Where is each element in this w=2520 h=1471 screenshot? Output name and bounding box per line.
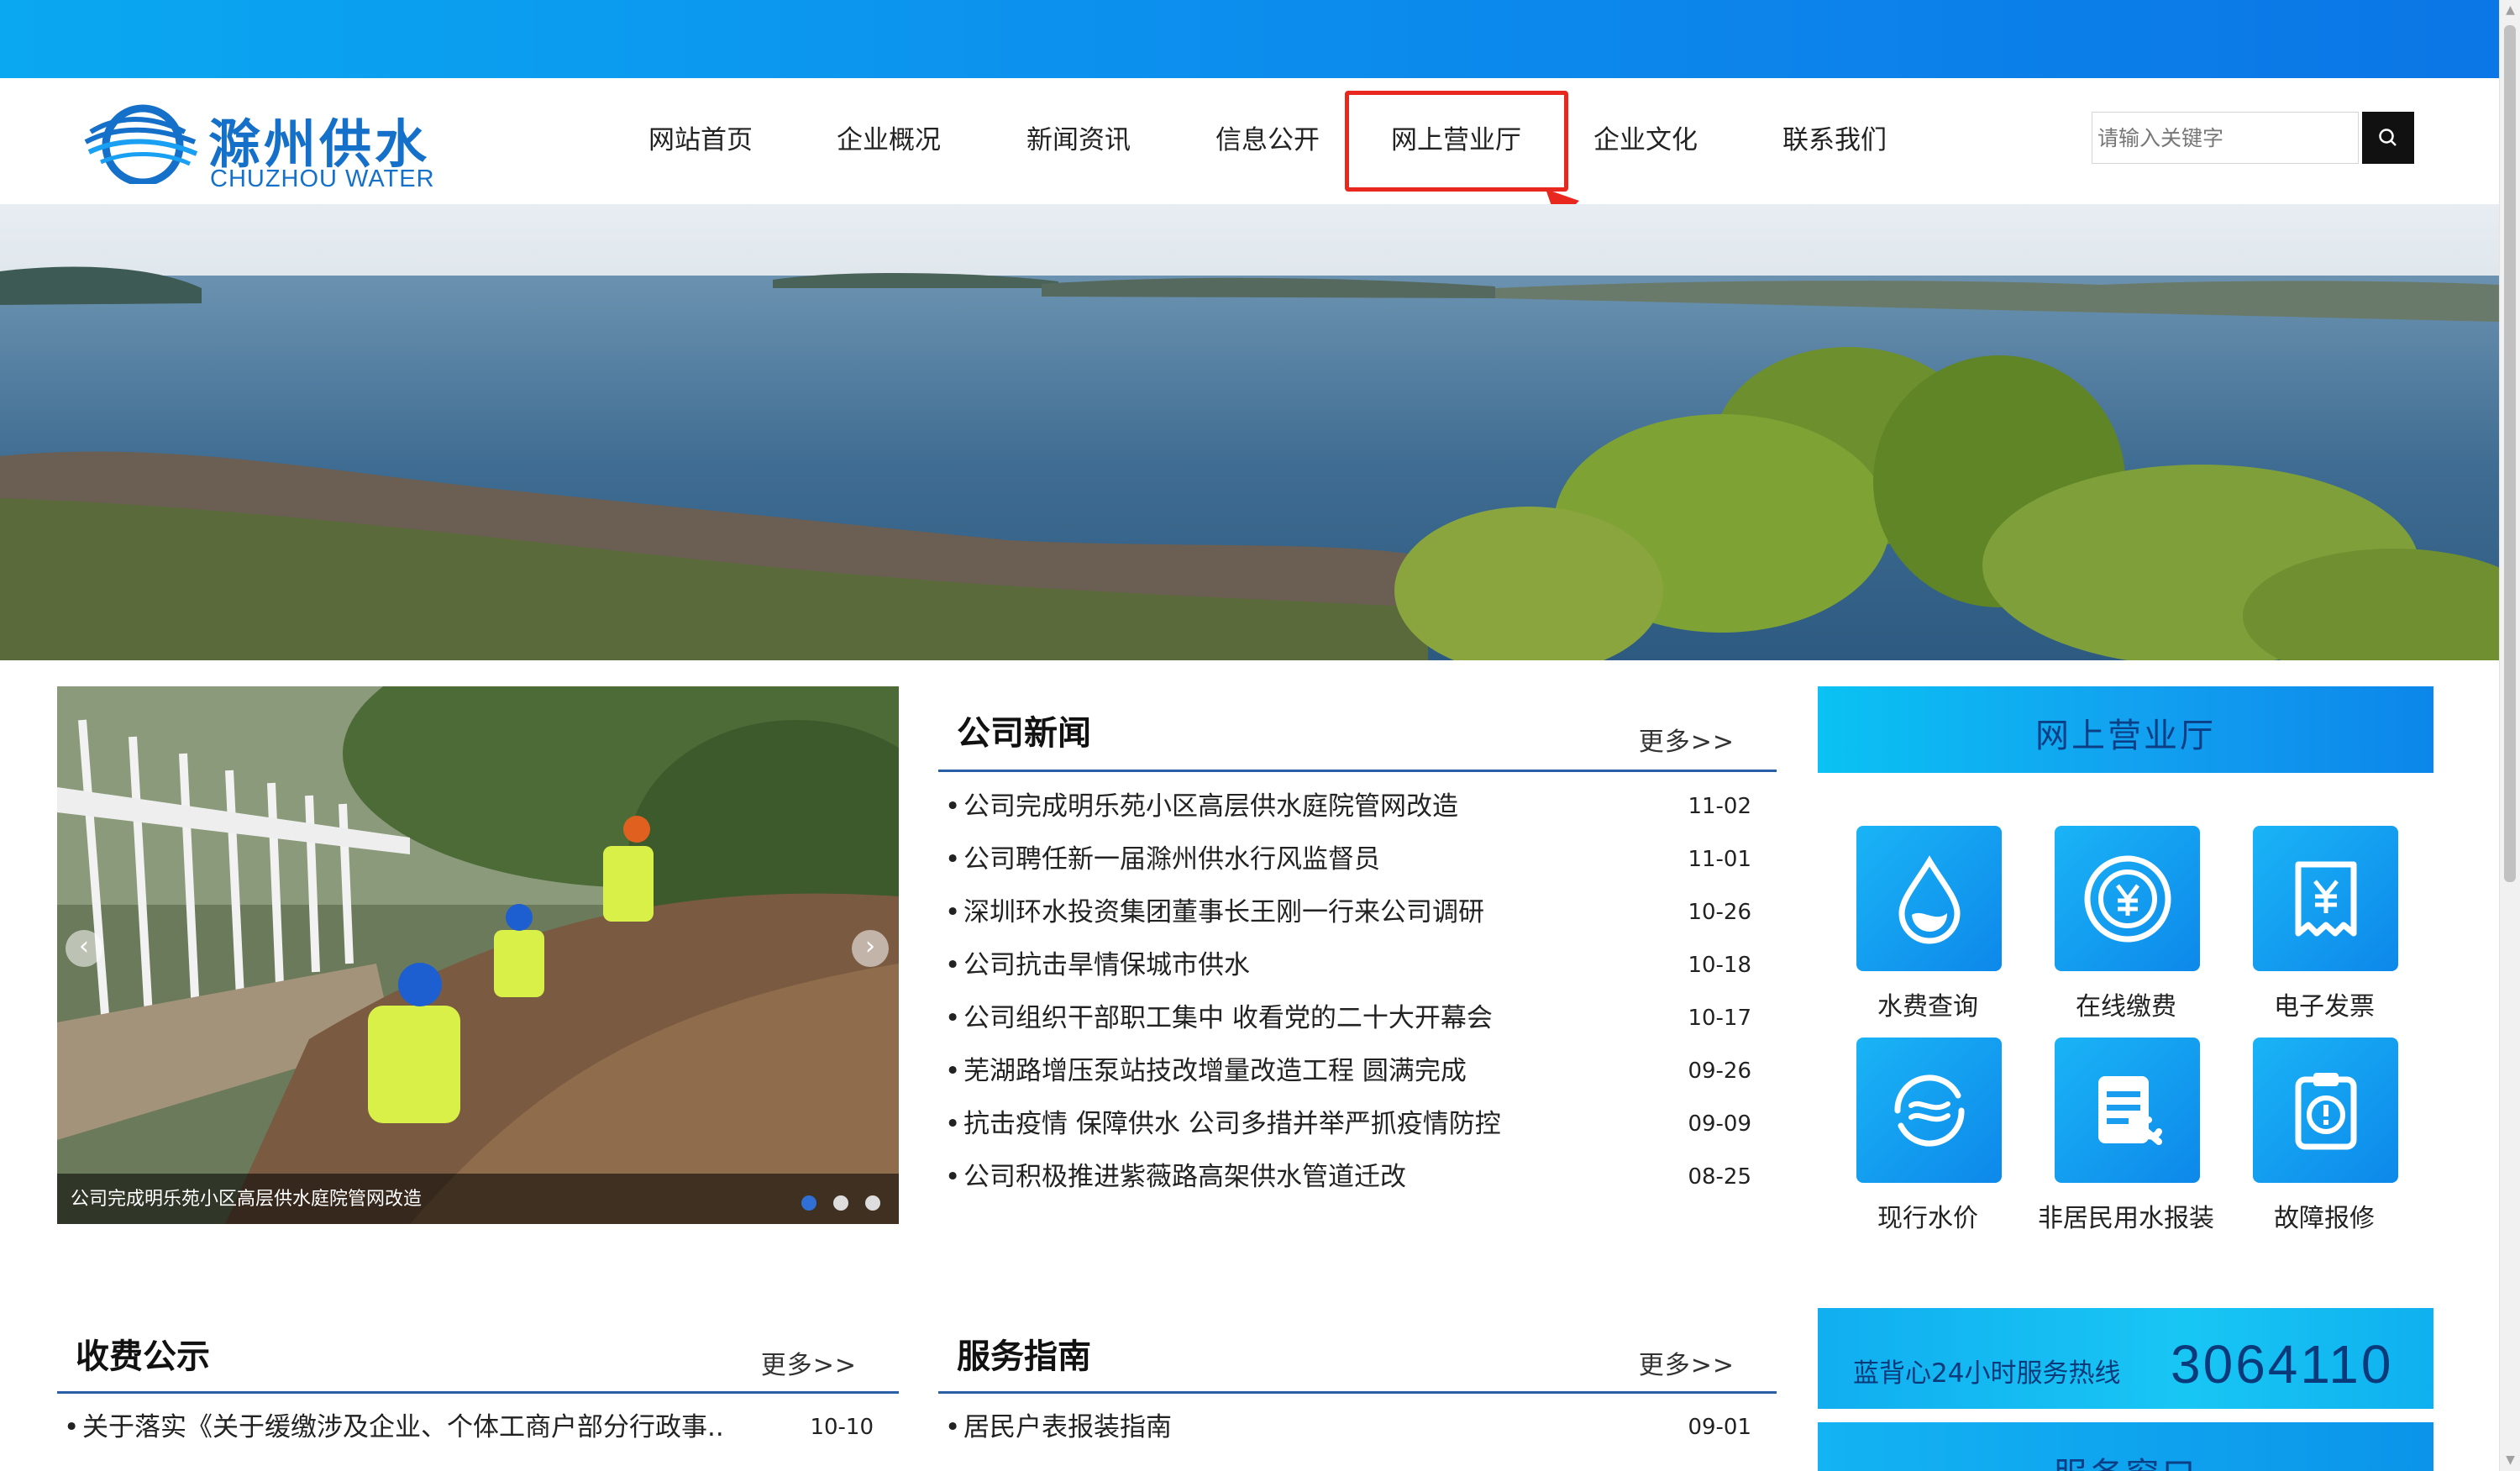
service-label: 现行水价 xyxy=(1877,1204,1978,1233)
news-title[interactable]: 深圳环水投资集团董事长王刚一行来公司调研 xyxy=(963,886,1484,939)
news-date: 09-09 xyxy=(1688,1111,1751,1137)
nav-info-disclosure[interactable]: 信息公开 xyxy=(1215,118,1320,156)
yen-coin-icon xyxy=(2084,855,2171,942)
service-guide-divider xyxy=(938,1391,1777,1394)
news-date: 10-17 xyxy=(1688,1006,1751,1031)
hero-banner xyxy=(0,204,2499,660)
list-item[interactable]: • 关于落实《关于缓缴涉及企业、个体工商户部分行政事.. 10-10 xyxy=(57,1401,899,1454)
service-current-water-price[interactable]: 现行水价 xyxy=(1835,1038,2003,1248)
online-hall-header: 网上营业厅 xyxy=(1818,686,2433,773)
nav-contact-us[interactable]: 联系我们 xyxy=(1782,118,1887,156)
list-item[interactable]: • 抗击疫情 保障供水 公司多措并举严抓疫情防控 09-09 xyxy=(938,1098,1777,1151)
service-water-bill-query[interactable]: 水费查询 xyxy=(1835,826,2003,1036)
invoice-icon xyxy=(2295,861,2356,936)
list-item[interactable]: • 深圳环水投资集团董事长王刚一行来公司调研 10-26 xyxy=(938,886,1777,939)
water-price-icon xyxy=(1893,1074,1965,1147)
guide-date: 09-01 xyxy=(1688,1415,1751,1440)
service-non-resident-water-install[interactable]: 非居民用水报装 xyxy=(2034,1038,2214,1248)
news-date: 08-25 xyxy=(1688,1164,1751,1190)
service-guide-list: • 居民户表报装指南 09-01 xyxy=(938,1401,1777,1454)
lake-landscape-image xyxy=(0,204,2499,660)
service-label: 非居民用水报装 xyxy=(2038,1204,2214,1233)
service-guide-more-link[interactable]: 更多>> xyxy=(1639,1344,1735,1381)
slider-dots xyxy=(801,1195,880,1211)
slider-prev-button[interactable]: ‹ xyxy=(66,930,102,967)
vertical-scrollbar[interactable]: ▲ ▼ xyxy=(2499,0,2520,1471)
nav-news[interactable]: 新闻资讯 xyxy=(1026,118,1131,156)
fee-notice-list: • 关于落实《关于缓缴涉及企业、个体工商户部分行政事.. 10-10 xyxy=(57,1401,899,1454)
nav-corporate-culture[interactable]: 企业文化 xyxy=(1593,118,1698,156)
news-title[interactable]: 公司组织干部职工集中 收看党的二十大开幕会 xyxy=(963,992,1493,1045)
slider-dot-3[interactable] xyxy=(865,1195,880,1211)
list-item[interactable]: • 公司积极推进紫薇路高架供水管道迁改 08-25 xyxy=(938,1151,1777,1204)
alert-clipboard-icon xyxy=(2295,1072,2356,1149)
hotline-label: 蓝背心24小时服务热线 xyxy=(1853,1358,2121,1389)
list-item[interactable]: • 芜湖路增压泵站技改增量改造工程 圆满完成 09-26 xyxy=(938,1045,1777,1098)
construction-work-photo xyxy=(57,686,899,1224)
water-drop-icon xyxy=(1898,854,1961,943)
fee-notice-more-link[interactable]: 更多>> xyxy=(761,1344,857,1381)
notice-title[interactable]: 关于落实《关于缓缴涉及企业、个体工商户部分行政事.. xyxy=(82,1401,724,1454)
scrollbar-thumb[interactable] xyxy=(2504,25,2516,882)
news-date: 10-26 xyxy=(1688,900,1751,925)
list-item[interactable]: • 公司完成明乐苑小区高层供水庭院管网改造 11-02 xyxy=(938,780,1777,833)
news-date: 10-18 xyxy=(1688,953,1751,978)
list-item[interactable]: • 公司组织干部职工集中 收看党的二十大开幕会 10-17 xyxy=(938,992,1777,1045)
list-item[interactable]: • 公司聘任新一届滁州供水行风监督员 11-01 xyxy=(938,833,1777,886)
document-wrench-icon xyxy=(2097,1075,2162,1145)
search-button[interactable] xyxy=(2362,112,2414,164)
annotation-highlight-box xyxy=(1345,91,1568,192)
list-item[interactable]: • 居民户表报装指南 09-01 xyxy=(938,1401,1777,1454)
search-input[interactable] xyxy=(2092,112,2359,164)
company-news-more-link[interactable]: 更多>> xyxy=(1639,721,1735,758)
service-guide-title: 服务指南 xyxy=(957,1337,1091,1376)
slider-next-button[interactable]: › xyxy=(852,930,889,967)
service-window-title: 服务窗口 xyxy=(1818,1447,2433,1471)
service-window-header: 服务窗口 xyxy=(1818,1422,2433,1471)
news-date: 11-02 xyxy=(1688,794,1751,819)
scroll-down-icon[interactable]: ▼ xyxy=(2500,1450,2520,1471)
nav-home[interactable]: 网站首页 xyxy=(648,118,753,156)
news-title[interactable]: 公司完成明乐苑小区高层供水庭院管网改造 xyxy=(963,780,1458,833)
nav-company-overview[interactable]: 企业概况 xyxy=(837,118,941,156)
search-box xyxy=(2092,112,2415,164)
news-date: 11-01 xyxy=(1688,847,1751,872)
service-guide-panel: 服务指南 更多>> • 居民户表报装指南 09-01 xyxy=(938,1329,1777,1471)
news-date: 09-26 xyxy=(1688,1059,1751,1084)
service-fault-repair[interactable]: 故障报修 xyxy=(2232,1038,2400,1248)
list-item[interactable]: • 公司抗击旱情保城市供水 10-18 xyxy=(938,939,1777,992)
scroll-up-icon[interactable]: ▲ xyxy=(2500,0,2520,21)
service-online-payment[interactable]: 在线缴费 xyxy=(2034,826,2202,1036)
fee-notice-panel: 收费公示 更多>> • 关于落实《关于缓缴涉及企业、个体工商户部分行政事.. 10-… xyxy=(57,1329,899,1471)
service-e-invoice[interactable]: 电子发票 xyxy=(2232,826,2400,1036)
news-image-slider[interactable]: ‹ › 公司完成明乐苑小区高层供水庭院管网改造 xyxy=(57,686,899,1224)
slider-caption[interactable]: 公司完成明乐苑小区高层供水庭院管网改造 xyxy=(71,1184,422,1211)
service-label: 水费查询 xyxy=(1877,992,1978,1022)
news-title[interactable]: 芜湖路增压泵站技改增量改造工程 圆满完成 xyxy=(963,1045,1467,1098)
news-title[interactable]: 公司抗击旱情保城市供水 xyxy=(963,939,1250,992)
hotline-banner[interactable]: 蓝背心24小时服务热线 3064110 xyxy=(1818,1308,2433,1409)
service-label: 在线缴费 xyxy=(2076,992,2176,1022)
company-news-panel: 公司新闻 更多>> • 公司完成明乐苑小区高层供水庭院管网改造 11-02 • 公司聘… xyxy=(938,706,1777,1210)
company-news-list: • 公司完成明乐苑小区高层供水庭院管网改造 11-02 • 公司聘任新一届滁州供水行风… xyxy=(938,780,1777,1204)
slider-dot-2[interactable] xyxy=(833,1195,848,1211)
company-news-divider xyxy=(938,770,1777,772)
service-label: 故障报修 xyxy=(2274,1204,2375,1233)
site-header: 滁州供水 CHUZHOU WATER 网站首页 企业概况 新闻资讯 信息公开 网… xyxy=(0,78,2499,204)
hotline-number: 3064110 xyxy=(2171,1334,2394,1395)
guide-title[interactable]: 居民户表报装指南 xyxy=(963,1401,1172,1454)
service-label: 电子发票 xyxy=(2274,992,2375,1022)
company-news-title: 公司新闻 xyxy=(957,714,1091,753)
fee-notice-title: 收费公示 xyxy=(76,1337,210,1376)
notice-date: 10-10 xyxy=(810,1415,874,1440)
search-icon xyxy=(2379,129,2397,146)
online-hall-title: 网上营业厅 xyxy=(2035,717,2216,755)
news-title[interactable]: 抗击疫情 保障供水 公司多措并举严抓疫情防控 xyxy=(963,1098,1501,1151)
news-title[interactable]: 公司积极推进紫薇路高架供水管道迁改 xyxy=(963,1151,1406,1204)
top-color-band xyxy=(0,0,2499,78)
news-title[interactable]: 公司聘任新一届滁州供水行风监督员 xyxy=(963,833,1380,886)
fee-notice-divider xyxy=(57,1391,899,1394)
slider-dot-1[interactable] xyxy=(801,1195,816,1211)
